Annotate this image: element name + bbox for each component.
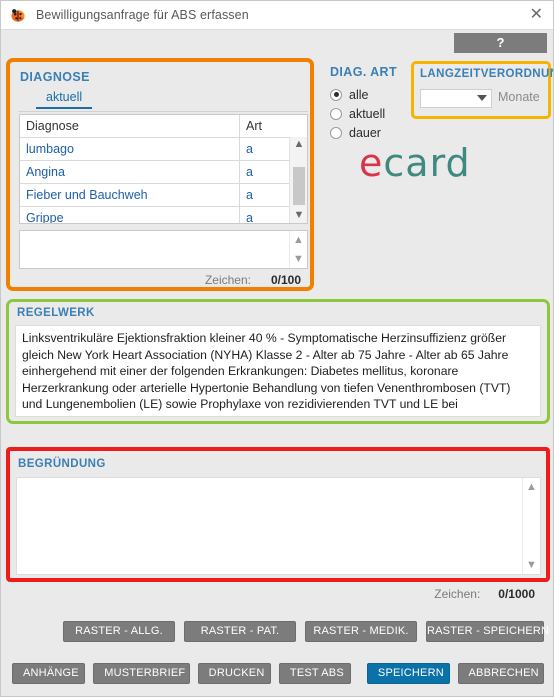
table-row[interactable]: Fieber und Bauchweh a xyxy=(20,183,301,207)
table-row[interactable]: Grippe a xyxy=(20,206,301,223)
drucken-button[interactable]: DRUCKEN xyxy=(197,663,271,684)
begruendung-scrollbar[interactable]: ▲ ▼ xyxy=(522,478,540,574)
diagnose-tabstrip: aktuell xyxy=(18,90,308,112)
column-header-art: Art xyxy=(239,115,301,138)
langzeitverordnung-heading: LANGZEITVERORDNUNG xyxy=(420,68,554,80)
cell-diagnose: lumbago xyxy=(20,137,240,161)
langzeitverordnung-panel: LANGZEITVERORDNUNG Monate xyxy=(411,61,554,119)
diagnose-counter-label: Zeichen: xyxy=(204,273,251,287)
chevron-up-icon[interactable]: ▲ xyxy=(523,480,540,494)
begruendung-counter-value: 0/1000 xyxy=(498,587,535,601)
diagnose-freetext-input[interactable]: ▲ ▼ xyxy=(19,230,308,269)
help-button[interactable]: ? xyxy=(454,33,547,53)
tab-aktuell[interactable]: aktuell xyxy=(36,90,93,109)
column-header-diagnose: Diagnose xyxy=(20,115,240,138)
chevron-down-icon[interactable] xyxy=(477,95,487,101)
cell-diagnose: Angina xyxy=(20,160,240,184)
scrollbar-thumb[interactable] xyxy=(293,167,305,205)
diag-art-group: DIAG. ART alle aktuell dauer xyxy=(330,65,406,142)
radio-icon[interactable] xyxy=(330,107,342,120)
diagnose-counter-value: 0/100 xyxy=(270,273,301,287)
diagnose-table-container: Diagnose Art lumbago a Angina a Fieber u… xyxy=(19,114,308,224)
chevron-down-icon[interactable]: ▼ xyxy=(290,208,307,223)
begruendung-heading: BEGRÜNDUNG xyxy=(18,458,106,470)
begruendung-panel: BEGRÜNDUNG ▲ ▼ xyxy=(6,447,550,582)
langzeitverordnung-select[interactable] xyxy=(420,89,492,108)
window-titlebar: Bewilligungsanfrage für ABS erfassen ✕ xyxy=(1,1,553,30)
radio-icon[interactable] xyxy=(330,126,342,139)
regelwerk-text: Linksventrikuläre Ejektionsfraktion klei… xyxy=(15,325,541,417)
ladybug-icon xyxy=(9,6,27,24)
radio-option-aktuell[interactable]: aktuell xyxy=(330,104,406,123)
close-icon[interactable]: ✕ xyxy=(530,7,543,23)
table-row[interactable]: lumbago a xyxy=(20,137,301,161)
abbrechen-button[interactable]: ABBRECHEN xyxy=(457,663,545,684)
diagnose-char-counter: Zeichen: 0/100 xyxy=(205,273,301,287)
radio-label: dauer xyxy=(349,125,381,140)
raster-medik-button[interactable]: RASTER - MEDIK. xyxy=(305,621,417,642)
radio-label: alle xyxy=(349,87,369,102)
radio-icon[interactable] xyxy=(330,88,342,101)
window-title: Bewilligungsanfrage für ABS erfassen xyxy=(36,8,249,22)
table-row[interactable]: Angina a xyxy=(20,160,301,184)
ecard-logo-e: e xyxy=(359,141,384,185)
anhaenge-button[interactable]: ANHÄNGE xyxy=(12,663,86,684)
test-abs-button[interactable]: TEST ABS xyxy=(278,663,351,684)
langzeitverordnung-unit-label: Monate xyxy=(498,90,540,104)
chevron-down-icon[interactable]: ▼ xyxy=(290,252,307,266)
chevron-down-icon[interactable]: ▼ xyxy=(523,558,540,572)
help-toolbar: ? xyxy=(1,30,553,58)
regelwerk-heading: REGELWERK xyxy=(17,307,95,319)
diagnose-heading: DIAGNOSE xyxy=(20,70,90,84)
raster-speichern-button[interactable]: RASTER - SPEICHERN xyxy=(426,621,549,642)
diagnose-table: Diagnose Art lumbago a Angina a Fieber u… xyxy=(20,115,301,223)
begruendung-counter-label: Zeichen: xyxy=(434,587,481,601)
application-window: Bewilligungsanfrage für ABS erfassen ✕ ?… xyxy=(0,0,554,697)
radio-option-dauer[interactable]: dauer xyxy=(330,123,406,142)
table-header-row: Diagnose Art xyxy=(20,115,301,138)
diagnose-panel: DIAGNOSE aktuell Diagnose Art lumbago a xyxy=(6,58,314,291)
ecard-logo-card: card xyxy=(383,141,471,185)
diagnose-table-scrollbar[interactable]: ▲ ▼ xyxy=(289,137,307,223)
musterbrief-button[interactable]: MUSTERBRIEF xyxy=(93,663,190,684)
begruendung-textarea[interactable]: ▲ ▼ xyxy=(16,477,541,575)
diagnose-freetext-scrollbar[interactable]: ▲ ▼ xyxy=(289,231,307,268)
radio-option-alle[interactable]: alle xyxy=(330,85,406,104)
raster-pat-button[interactable]: RASTER - PAT. xyxy=(184,621,296,642)
radio-label: aktuell xyxy=(349,106,386,121)
chevron-up-icon[interactable]: ▲ xyxy=(290,233,307,247)
raster-allg-button[interactable]: RASTER - ALLG. xyxy=(63,621,175,642)
ecard-logo: ecard xyxy=(359,141,471,185)
cell-diagnose: Fieber und Bauchweh xyxy=(20,183,240,207)
regelwerk-panel: REGELWERK Linksventrikuläre Ejektionsfra… xyxy=(6,299,550,424)
cell-diagnose: Grippe xyxy=(20,206,240,223)
bottom-button-row: ANHÄNGE MUSTERBRIEF DRUCKEN TEST ABS SPE… xyxy=(1,663,553,684)
speichern-button[interactable]: SPEICHERN xyxy=(366,663,450,684)
raster-button-row: RASTER - ALLG. RASTER - PAT. RASTER - ME… xyxy=(1,621,553,642)
diag-art-heading: DIAG. ART xyxy=(330,65,398,79)
chevron-up-icon[interactable]: ▲ xyxy=(290,137,307,152)
begruendung-char-counter: Zeichen: 0/1000 xyxy=(434,587,535,601)
